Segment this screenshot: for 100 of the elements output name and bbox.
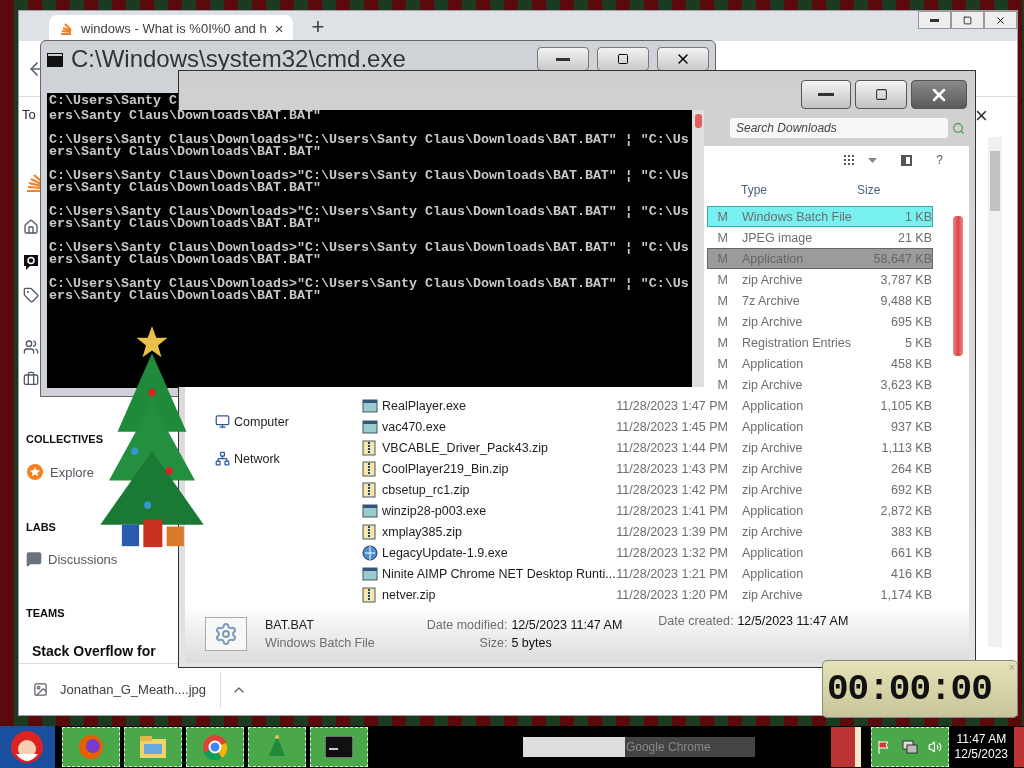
size-cell: 264 KB bbox=[891, 461, 932, 476]
santa-icon bbox=[10, 730, 45, 764]
maximize-button[interactable] bbox=[597, 47, 649, 71]
home-icon[interactable] bbox=[23, 218, 39, 236]
detail-label: Date modified: bbox=[426, 618, 508, 633]
column-header[interactable]: Size bbox=[857, 183, 881, 198]
briefcase-icon[interactable] bbox=[23, 371, 39, 387]
date-cell: 11/28/2023 1:21 PM bbox=[616, 566, 728, 581]
size-cell: 3,787 KB bbox=[880, 272, 932, 287]
start-button[interactable] bbox=[0, 726, 55, 768]
new-tab-button[interactable]: + bbox=[311, 15, 325, 39]
speech-bubble-icon[interactable] bbox=[23, 254, 39, 271]
column-header[interactable]: Type bbox=[741, 183, 767, 198]
search-field[interactable]: Search Downloads bbox=[730, 118, 948, 139]
zip-file-icon bbox=[362, 460, 376, 477]
nav-item[interactable]: Network bbox=[215, 451, 361, 467]
file-row[interactable]: vac470.exe 11/28/2023 1:45 PM Application 937 KB bbox=[361, 416, 933, 438]
download-item[interactable]: Jonathan_G_Meath....jpg bbox=[33, 671, 221, 708]
file-row[interactable]: M Windows Batch File 1 KB bbox=[707, 206, 933, 228]
file-row[interactable]: M Registration Entries 5 KB bbox=[707, 332, 933, 354]
console-line: ers\Santy Claus\Downloads\BAT.BAT" bbox=[49, 182, 321, 194]
date-cell: 11/28/2023 1:42 PM bbox=[616, 482, 728, 497]
console-line: ers\Santy Claus\Downloads\BAT.BAT" bbox=[49, 218, 321, 230]
file-row[interactable]: M zip Archive 3,623 KB bbox=[707, 374, 933, 396]
minimize-button[interactable] bbox=[918, 11, 951, 29]
nav-link[interactable]: Discussions bbox=[26, 551, 118, 567]
type-cell: 7z Archive bbox=[742, 293, 800, 308]
browser-tab[interactable]: windows - What is %0I%0 and h × bbox=[49, 15, 294, 41]
flag-icon bbox=[876, 740, 891, 754]
close-button[interactable] bbox=[657, 47, 709, 71]
file-row[interactable]: RealPlayer.exe 11/28/2023 1:47 PM Application 1,105 KB bbox=[361, 395, 933, 417]
type-cell: zip Archive bbox=[742, 377, 803, 392]
file-row[interactable]: VBCABLE_Driver_Pack43.zip 11/28/2023 1:44 PM zip Archive 1,113 KB bbox=[361, 437, 933, 459]
type-cell: Application bbox=[742, 545, 804, 560]
file-row[interactable]: Ninite AIMP Chrome NET Desktop Runti...11/28/2023 1:21 PM Application 416 KB bbox=[361, 563, 933, 585]
stack-logo-icon bbox=[59, 21, 73, 35]
close-button[interactable]: × bbox=[975, 103, 988, 129]
scrollbar[interactable] bbox=[953, 216, 963, 357]
file-name: Ninite AIMP Chrome NET Desktop Runti... bbox=[382, 566, 616, 581]
application-icon bbox=[362, 565, 378, 582]
zip-file-icon bbox=[362, 523, 376, 540]
file-row[interactable]: cbsetup_rc1.zip 11/28/2023 1:42 PM zip Archive 692 KB bbox=[361, 479, 933, 501]
application-icon bbox=[362, 418, 378, 435]
minimize-button[interactable] bbox=[801, 80, 851, 109]
nav-item[interactable]: Computer bbox=[215, 414, 361, 430]
type-cell: zip Archive bbox=[742, 482, 803, 497]
minimize-button[interactable] bbox=[537, 47, 589, 71]
help-button[interactable]: ? bbox=[936, 153, 943, 168]
type-cell: Application bbox=[742, 503, 804, 518]
file-row[interactable]: winzip28-p003.exe 11/28/2023 1:41 PM Application 2,872 KB bbox=[361, 500, 933, 522]
size-cell: 1,174 KB bbox=[880, 587, 932, 602]
console-line: C:\Users\Santy Claus\Downloads>"C:\Users\Santy Claus\Downloads\BAT.BAT" ¦ "C:\Us bbox=[49, 242, 690, 254]
globe-icon bbox=[362, 544, 378, 561]
close-button[interactable] bbox=[911, 80, 967, 109]
file-name: BAT.BAT bbox=[265, 618, 315, 633]
network-icon bbox=[901, 740, 918, 754]
zip-file-icon bbox=[362, 481, 376, 498]
maximize-button[interactable] bbox=[855, 80, 907, 109]
size-cell: 1 KB bbox=[904, 209, 932, 224]
file-row[interactable]: CoolPlayer219_Bin.zip 11/28/2023 1:43 PM zip Archive 264 KB bbox=[361, 458, 933, 480]
console-icon bbox=[47, 53, 63, 67]
file-row[interactable]: M Application 458 KB bbox=[707, 353, 933, 375]
size-cell: 937 KB bbox=[891, 419, 932, 434]
console-line: C:\Users\Santy Claus\Downloads>"C:\Users\Santy Claus\Downloads\BAT.BAT" ¦ "C:\Us bbox=[49, 134, 690, 146]
file-row[interactable]: M JPEG image 21 KB bbox=[707, 227, 933, 249]
type-cell: zip Archive bbox=[742, 524, 803, 539]
nav-link[interactable]: Explore bbox=[26, 463, 95, 481]
book-icon[interactable] bbox=[830, 727, 861, 767]
console-line: C:\Users\Santy Claus\Downloads>"C:\Users\Santy Claus\Downloads\BAT.BAT" ¦ "C:\Us bbox=[49, 278, 690, 290]
speech-bubble-icon bbox=[26, 551, 42, 567]
file-row[interactable]: M zip Archive 3,787 KB bbox=[707, 269, 933, 291]
gear-icon bbox=[214, 622, 238, 647]
network-icon bbox=[215, 451, 230, 467]
users-icon[interactable] bbox=[23, 339, 39, 355]
tab-close-button[interactable]: × bbox=[274, 19, 284, 37]
section-heading: TEAMS bbox=[26, 607, 65, 619]
section-heading: COLLECTIVES bbox=[26, 433, 103, 445]
file-row[interactable]: netver.zip 11/28/2023 1:20 PM zip Archive 1,174 KB bbox=[361, 584, 933, 606]
tag-icon[interactable] bbox=[23, 287, 39, 303]
search-icon bbox=[952, 121, 965, 135]
size-cell: 21 KB bbox=[897, 230, 932, 245]
type-cell: Application bbox=[742, 356, 804, 371]
scrollbar[interactable] bbox=[987, 137, 1002, 647]
detail-label: Size: bbox=[479, 636, 508, 651]
file-name: VBCABLE_Driver_Pack43.zip bbox=[382, 440, 549, 455]
file-row[interactable]: M zip Archive 695 KB bbox=[707, 311, 933, 333]
file-row[interactable]: M 7z Archive 9,488 KB bbox=[707, 290, 933, 312]
size-cell: 383 KB bbox=[891, 524, 932, 539]
taskbar-button[interactable] bbox=[309, 727, 368, 767]
file-name: xmplay385.zip bbox=[382, 524, 462, 539]
image-file-icon bbox=[33, 682, 48, 697]
file-row[interactable]: xmplay385.zip 11/28/2023 1:39 PM zip Archive 383 KB bbox=[361, 521, 933, 543]
application-icon bbox=[362, 502, 378, 519]
type-cell: Application bbox=[742, 566, 804, 581]
date-cell: M bbox=[717, 230, 728, 245]
file-row[interactable]: LegacyUpdate-1.9.exe 11/28/2023 1:32 PM Application 661 KB bbox=[361, 542, 933, 564]
console-line: ers\Santy Claus\Downloads\BAT.BAT" bbox=[49, 146, 321, 158]
console-line: ers\Santy Claus\Downloads\BAT.BAT" bbox=[49, 290, 321, 302]
date-cell: 11/28/2023 1:47 PM bbox=[616, 398, 728, 413]
scrollbar[interactable] bbox=[692, 110, 704, 387]
